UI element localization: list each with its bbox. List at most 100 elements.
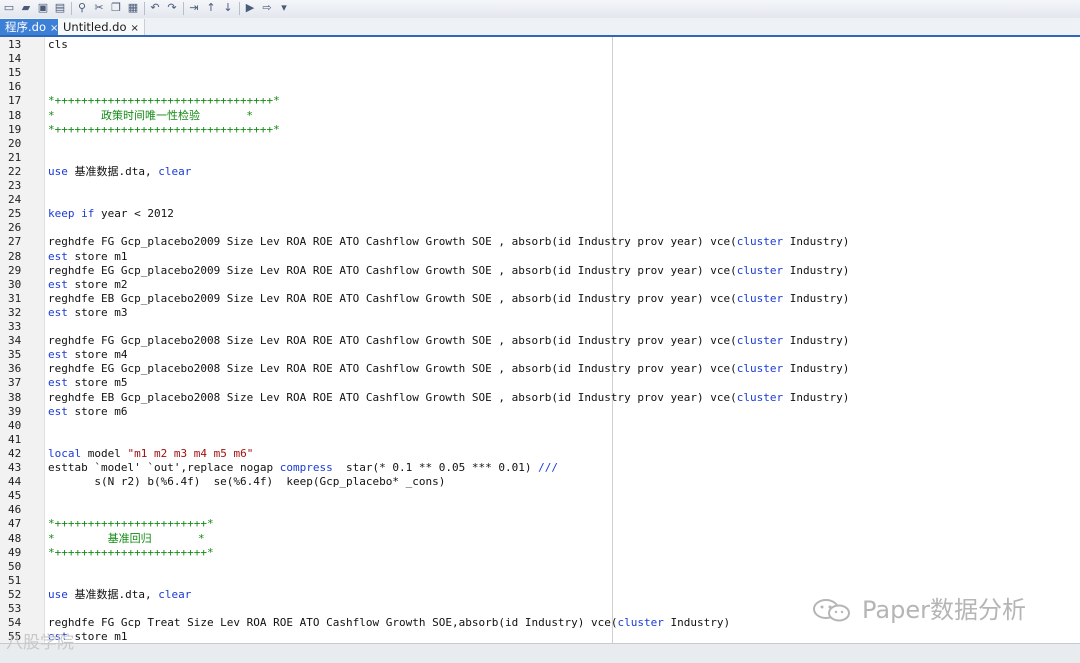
move-down-icon[interactable]: ↓ <box>221 1 235 15</box>
run-icon[interactable]: ▶ <box>243 1 257 15</box>
keyword-token: cluster <box>736 362 784 376</box>
code-line[interactable]: 42 local model "m1 m2 m3 m4 m5 m6" <box>0 447 1080 461</box>
code-line[interactable]: 45 <box>0 489 1080 503</box>
line-number: 26 <box>8 221 22 235</box>
line-number: 50 <box>8 559 22 573</box>
more-icon[interactable]: ▾ <box>277 1 291 15</box>
code-line[interactable]: 18 * 政策时间唯一性检验 * <box>0 109 1080 123</box>
close-icon[interactable]: × <box>130 23 138 34</box>
tab-untitled-do[interactable]: Untitled.do × <box>58 19 145 35</box>
code-token: store m1 <box>67 249 128 263</box>
code-line[interactable]: 30 est store m2 <box>0 278 1080 292</box>
code-line[interactable]: 33 <box>0 320 1080 334</box>
line-number: 51 <box>8 573 22 587</box>
indent-icon[interactable]: ⇥ <box>187 1 201 15</box>
code-token: reghdfe EB Gcp_placebo2008 Size Lev ROA … <box>48 390 737 404</box>
line-number: 18 <box>8 108 22 122</box>
line-number: 14 <box>8 52 22 66</box>
code-line[interactable]: 25 keep if year < 2012 <box>0 207 1080 221</box>
line-number: 38 <box>8 390 22 404</box>
code-text: * 基准回归 * <box>48 532 205 546</box>
code-line[interactable]: 41 <box>0 433 1080 447</box>
code-line[interactable]: 23 <box>0 179 1080 193</box>
keyword-token: local <box>48 446 82 460</box>
line-number: 28 <box>8 249 22 263</box>
line-number: 44 <box>8 475 22 489</box>
line-number: 35 <box>8 348 22 362</box>
line-number: 32 <box>8 305 22 319</box>
code-line[interactable]: 20 <box>0 137 1080 151</box>
code-line[interactable]: 31 reghdfe EB Gcp_placebo2009 Size Lev RO… <box>0 292 1080 306</box>
move-up-icon[interactable]: ↑ <box>204 1 218 15</box>
status-bar <box>0 643 1080 663</box>
code-line[interactable]: 40 <box>0 419 1080 433</box>
execute-icon[interactable]: ⇨ <box>260 1 274 15</box>
code-line[interactable]: 13 cls <box>0 38 1080 52</box>
code-line[interactable]: 32 est store m3 <box>0 306 1080 320</box>
code-line[interactable]: 49 *+++++++++++++++++++++++* <box>0 546 1080 560</box>
code-line[interactable]: 51 <box>0 574 1080 588</box>
code-line[interactable]: 39 est store m6 <box>0 405 1080 419</box>
keyword-token: est <box>48 348 68 362</box>
comment-token: *+++++++++++++++++++++++++++++++++* <box>48 94 280 108</box>
code-line[interactable]: 26 <box>0 221 1080 235</box>
save-icon[interactable]: ▣ <box>36 1 50 15</box>
print-icon[interactable]: ▤ <box>53 1 67 15</box>
code-line[interactable]: 16 <box>0 80 1080 94</box>
code-token: reghdfe FG Gcp_placebo2009 Size Lev ROA … <box>48 235 737 249</box>
code-text: s(N r2) b(%6.4f) se(%6.4f) keep(Gcp_plac… <box>48 475 445 489</box>
code-line[interactable]: 22 use 基准数据.dta, clear <box>0 165 1080 179</box>
keyword-token: est <box>48 277 68 291</box>
code-line[interactable]: 17 *+++++++++++++++++++++++++++++++++* <box>0 94 1080 108</box>
undo-icon[interactable]: ↶ <box>148 1 162 15</box>
code-token: reghdfe EG Gcp_placebo2008 Size Lev ROA … <box>48 362 737 376</box>
find-icon[interactable]: ⚲ <box>75 1 89 15</box>
code-text: * 政策时间唯一性检验 * <box>48 109 253 123</box>
toolbar-separator <box>71 2 72 15</box>
code-line[interactable]: 29 reghdfe EG Gcp_placebo2009 Size Lev RO… <box>0 264 1080 278</box>
code-line[interactable]: 27 reghdfe FG Gcp_placebo2009 Size Lev RO… <box>0 235 1080 249</box>
code-text: *+++++++++++++++++++++++* <box>48 546 214 560</box>
cut-icon[interactable]: ✂ <box>92 1 106 15</box>
code-line[interactable]: 47 *+++++++++++++++++++++++* <box>0 517 1080 531</box>
line-number: 43 <box>8 461 22 474</box>
code-line[interactable]: 48 * 基准回归 * <box>0 532 1080 546</box>
code-line[interactable]: 50 <box>0 560 1080 574</box>
code-line[interactable]: 55 est store m1 <box>0 630 1080 643</box>
keyword-token: if <box>81 207 95 221</box>
keyword-token: clear <box>158 164 192 178</box>
code-line[interactable]: 34 reghdfe FG Gcp_placebo2008 Size Lev RO… <box>0 334 1080 348</box>
tab-main-do[interactable]: 程序.do × <box>0 19 64 35</box>
keyword-token: use <box>48 164 68 178</box>
code-editor[interactable]: 13 cls 14 15 16 17 *++++++++++++++++++++++++++… <box>0 37 1080 643</box>
comment-token: *+++++++++++++++++++++++++++++++++* <box>48 122 280 136</box>
code-line[interactable]: 44 s(N r2) b(%6.4f) se(%6.4f) keep(Gcp_p… <box>0 475 1080 489</box>
code-line[interactable]: 21 <box>0 151 1080 165</box>
code-text: keep if year < 2012 <box>48 207 174 221</box>
keyword-token: est <box>48 305 68 319</box>
code-line[interactable]: 15 <box>0 66 1080 80</box>
code-line[interactable]: 37 est store m5 <box>0 376 1080 390</box>
code-token: model <box>81 446 128 460</box>
keyword-token: use <box>48 587 68 601</box>
code-line[interactable]: 35 est store m4 <box>0 348 1080 362</box>
code-line[interactable]: 19 *+++++++++++++++++++++++++++++++++* <box>0 123 1080 137</box>
copy-icon[interactable]: ❐ <box>109 1 123 15</box>
code-line[interactable]: 43 esttab `model' `out',replace nogap com… <box>0 461 1080 475</box>
redo-icon[interactable]: ↷ <box>165 1 179 15</box>
watermark-secondary: 八股学院 <box>6 633 74 653</box>
line-number: 47 <box>8 517 22 531</box>
line-number: 15 <box>8 66 22 80</box>
string-token: "m1 m2 m3 m4 m5 m6" <box>127 446 254 460</box>
comment-token: *+++++++++++++++++++++++* <box>48 517 214 531</box>
new-icon[interactable]: ▭ <box>2 1 16 15</box>
code-line[interactable]: 14 <box>0 52 1080 66</box>
code-line[interactable]: 38 reghdfe EB Gcp_placebo2008 Size Lev RO… <box>0 391 1080 405</box>
code-line[interactable]: 24 <box>0 193 1080 207</box>
open-icon[interactable]: ▰ <box>19 1 33 15</box>
code-line[interactable]: 46 <box>0 503 1080 517</box>
paste-icon[interactable]: ▦ <box>126 1 140 15</box>
code-token: Industry) <box>663 616 731 630</box>
code-line[interactable]: 28 est store m1 <box>0 250 1080 264</box>
code-line[interactable]: 36 reghdfe EG Gcp_placebo2008 Size Lev RO… <box>0 362 1080 376</box>
